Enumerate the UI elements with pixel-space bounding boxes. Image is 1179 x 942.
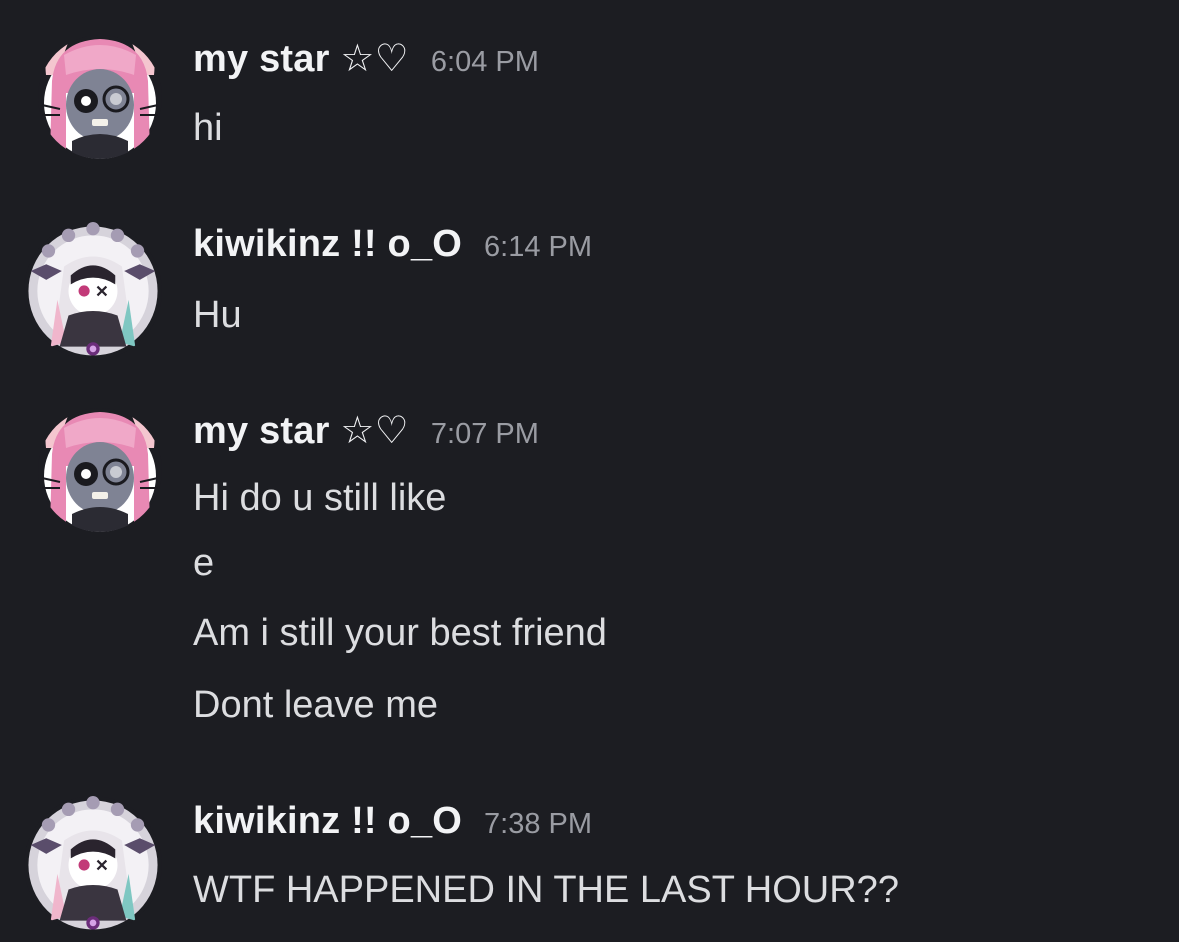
username[interactable]: kiwikinz !! o_O	[193, 223, 462, 266]
avatar[interactable]	[38, 35, 162, 159]
message-header: kiwikinz !! o_O 7:38 PM	[193, 800, 592, 854]
avatar[interactable]	[24, 222, 162, 360]
message-header: my star ☆♡ 7:07 PM	[193, 408, 539, 462]
message-text: Hu	[193, 294, 242, 336]
message-text: WTF HAPPENED IN THE LAST HOUR??	[193, 869, 899, 911]
timestamp: 6:04 PM	[430, 46, 539, 78]
timestamp: 7:38 PM	[484, 808, 593, 840]
message-header: kiwikinz !! o_O 6:14 PM	[193, 223, 592, 277]
username[interactable]: my star ☆♡	[193, 408, 409, 453]
lace-frame-gothic-girl-avatar-icon	[24, 222, 162, 360]
message-text: Am i still your best friend	[193, 612, 607, 654]
timestamp: 6:14 PM	[484, 231, 593, 263]
avatar[interactable]	[38, 408, 162, 532]
lace-frame-gothic-girl-avatar-icon	[24, 796, 162, 934]
message-text: e	[193, 542, 215, 584]
pink-hair-cat-ear-girl-avatar-icon	[38, 408, 162, 532]
timestamp: 7:07 PM	[430, 418, 539, 450]
message-text: hi	[193, 107, 223, 149]
avatar[interactable]	[24, 796, 162, 934]
pink-hair-cat-ear-girl-avatar-icon	[38, 35, 162, 159]
message-text: Hi do u still like	[193, 477, 447, 519]
username[interactable]: kiwikinz !! o_O	[193, 800, 462, 843]
message-text: Dont leave me	[193, 684, 439, 726]
username[interactable]: my star ☆♡	[193, 36, 409, 81]
message-header: my star ☆♡ 6:04 PM	[193, 36, 539, 90]
